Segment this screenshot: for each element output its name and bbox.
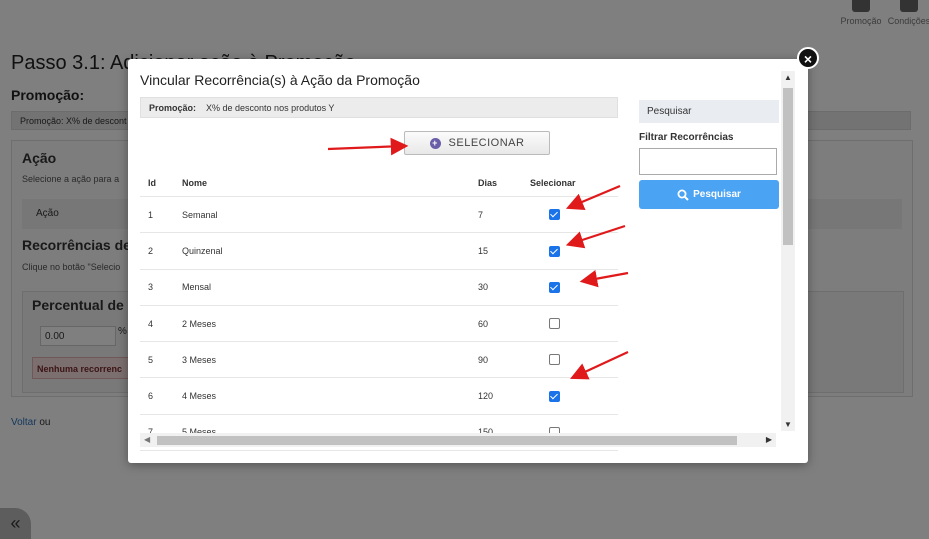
table-row: 4 2 Meses 60 xyxy=(140,305,618,343)
table-row: 1 Semanal 7 xyxy=(140,196,618,234)
close-icon[interactable]: × xyxy=(797,47,819,69)
row-dias: 60 xyxy=(477,305,529,343)
row-id: 1 xyxy=(140,196,181,234)
row-id: 2 xyxy=(140,232,181,270)
col-nome: Nome xyxy=(181,169,477,197)
row-nome: Mensal xyxy=(181,269,477,306)
search-icon xyxy=(677,189,689,201)
search-panel-header: Pesquisar xyxy=(639,100,779,123)
row-checkbox[interactable] xyxy=(548,209,560,221)
row-nome: Semanal xyxy=(181,196,477,234)
row-id: 4 xyxy=(140,305,181,343)
row-dias: 7 xyxy=(477,196,529,234)
col-selecionar: Selecionar xyxy=(529,169,618,197)
row-checkbox[interactable] xyxy=(548,281,560,293)
table-row: 2 Quinzenal 15 xyxy=(140,232,618,270)
row-checkbox[interactable] xyxy=(548,354,560,366)
vertical-scrollbar[interactable]: ▲ ▼ xyxy=(781,71,795,431)
search-button-label: Pesquisar xyxy=(693,189,741,200)
row-id: 6 xyxy=(140,377,181,415)
modal-promo-value: X% de desconto nos produtos Y xyxy=(206,103,335,113)
table-row: 6 4 Meses 120 xyxy=(140,377,618,415)
selecionar-label: SELECIONAR xyxy=(448,137,525,149)
row-dias: 15 xyxy=(477,232,529,270)
search-button[interactable]: Pesquisar xyxy=(639,180,779,209)
row-checkbox[interactable] xyxy=(548,318,560,330)
row-checkbox[interactable] xyxy=(548,245,560,257)
horizontal-scroll-thumb[interactable] xyxy=(157,436,737,445)
recurrence-modal: Vincular Recorrência(s) à Ação da Promoç… xyxy=(128,59,808,463)
col-dias: Dias xyxy=(477,169,529,197)
table-row: 5 3 Meses 90 xyxy=(140,341,618,379)
recurrence-table: Id Nome Dias Selecionar 1 Semanal 7 2 Qu… xyxy=(140,169,618,452)
row-nome: 3 Meses xyxy=(181,341,477,379)
row-nome: 2 Meses xyxy=(181,305,477,343)
row-dias: 120 xyxy=(477,377,529,415)
horizontal-scrollbar[interactable]: ◀ ▶ xyxy=(140,433,776,447)
row-nome: Quinzenal xyxy=(181,232,477,270)
scroll-down-icon[interactable]: ▼ xyxy=(784,420,792,429)
plus-circle-icon: + xyxy=(429,137,441,149)
row-id: 3 xyxy=(140,269,181,306)
selecionar-button[interactable]: + SELECIONAR xyxy=(404,131,550,155)
row-checkbox[interactable] xyxy=(548,390,560,402)
modal-title: Vincular Recorrência(s) à Ação da Promoç… xyxy=(140,72,420,88)
table-row: 3 Mensal 30 xyxy=(140,269,618,306)
scroll-up-icon[interactable]: ▲ xyxy=(784,73,792,82)
col-id: Id xyxy=(140,169,181,197)
modal-promo-key: Promoção: xyxy=(149,103,197,113)
scroll-left-icon[interactable]: ◀ xyxy=(144,435,150,444)
table-header-row: Id Nome Dias Selecionar xyxy=(140,169,618,197)
row-dias: 30 xyxy=(477,269,529,306)
filter-label: Filtrar Recorrências xyxy=(639,132,734,143)
row-dias: 90 xyxy=(477,341,529,379)
row-nome: 4 Meses xyxy=(181,377,477,415)
modal-promo-bar: Promoção: X% de desconto nos produtos Y xyxy=(140,97,618,118)
filter-input[interactable] xyxy=(639,148,777,175)
scroll-right-icon[interactable]: ▶ xyxy=(766,435,772,444)
vertical-scroll-thumb[interactable] xyxy=(783,88,793,245)
row-id: 5 xyxy=(140,341,181,379)
